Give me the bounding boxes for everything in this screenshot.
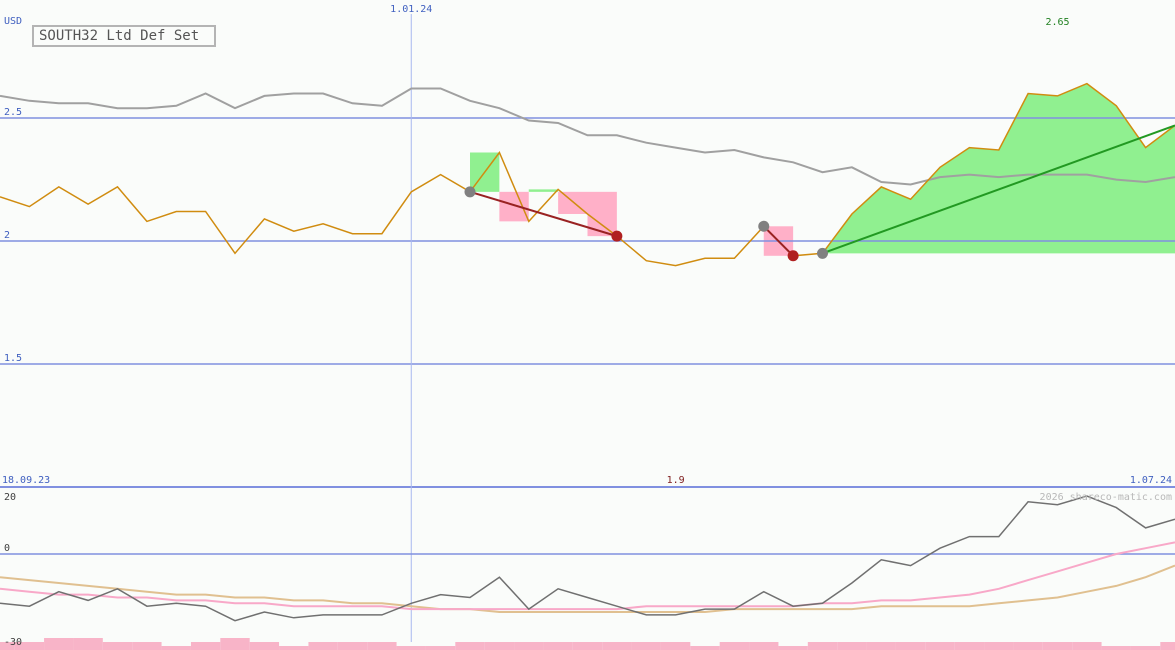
signal-block-0-18 [528,189,559,192]
volume-bar-29 [837,642,867,650]
watermark: 2026 shareco-matic.com [1040,492,1172,503]
volume-bar-23 [660,642,691,650]
volume-bar-13 [367,642,397,650]
volume-bar-37 [1072,642,1102,650]
volume-bar-8 [220,638,250,650]
volume-bar-35 [1013,642,1043,650]
volume-bar-26 [749,642,779,650]
volume-bar-32 [925,642,955,650]
volume-bar-18 [514,642,544,650]
volume-bar-6 [161,646,191,650]
buy-marker-2 [817,247,828,259]
signal-block-0-17 [499,191,529,222]
y-tick-2.5: 2.5 [4,107,22,118]
volume-bar-12 [337,642,368,650]
volume-bar-31 [895,642,926,650]
volume-bar-20 [572,642,603,650]
osc-tick-neg30: -30 [4,637,22,648]
high-label: 2.65 [1045,17,1069,28]
volume-bar-21 [602,642,632,650]
osc-tick-20: 20 [4,492,16,503]
volume-bar-38 [1101,646,1131,650]
volume-bar-28 [807,642,838,650]
volume-bar-4 [102,642,133,650]
buy-marker-1 [758,220,770,232]
osc-tick-0: 0 [4,543,10,554]
volume-bar-30 [866,642,896,650]
volume-bar-25 [719,642,750,650]
sell-marker-0 [611,230,623,242]
date-end-label: 1.07.24 [1130,475,1172,486]
y-tick-2: 2 [4,230,10,241]
buy-marker-0 [464,186,476,198]
volume-bar-27 [778,646,808,650]
volume-bar-40 [1160,642,1175,650]
volume-bar-34 [984,642,1014,650]
date-marker-label: 1.01.24 [390,4,432,15]
sell-marker-1 [787,250,799,262]
chart-title-box: SOUTH32 Ltd Def Set [32,25,216,47]
volume-bar-14 [396,646,426,650]
date-start-label: 18.09.23 [2,475,50,486]
volume-bar-17 [484,642,515,650]
volume-bar-15 [425,646,456,650]
osc-signal-line [0,541,1175,611]
low-label: 1.9 [667,475,685,486]
gain-area-2 [822,83,1175,254]
volume-bar-9 [249,642,280,650]
osc-line [0,495,1175,622]
volume-bar-36 [1042,642,1073,650]
volume-bar-7 [190,642,221,650]
volume-bar-19 [543,642,573,650]
chart-svg: USD 2.5 2 1.5 1.01.24 2.65 1.9 18.09.23 1.07.24 2… [0,4,1175,650]
currency-label: USD [4,16,22,27]
volume-bar-24 [690,646,720,650]
volume-bar-33 [954,642,985,650]
chart-title: SOUTH32 Ltd Def Set [39,28,200,44]
volume-bar-2 [44,638,74,650]
volume-bar-39 [1130,646,1161,650]
volume-bar-3 [73,638,103,650]
y-tick-1.5: 1.5 [4,353,22,364]
volume-bar-10 [279,646,309,650]
volume-bar-11 [308,642,338,650]
volume-bar-16 [455,642,485,650]
volume-bar-5 [132,642,162,650]
volume-bar-22 [631,642,661,650]
chart-container: USD 2.5 2 1.5 1.01.24 2.65 1.9 18.09.23 1.07.24 2… [0,0,1175,650]
